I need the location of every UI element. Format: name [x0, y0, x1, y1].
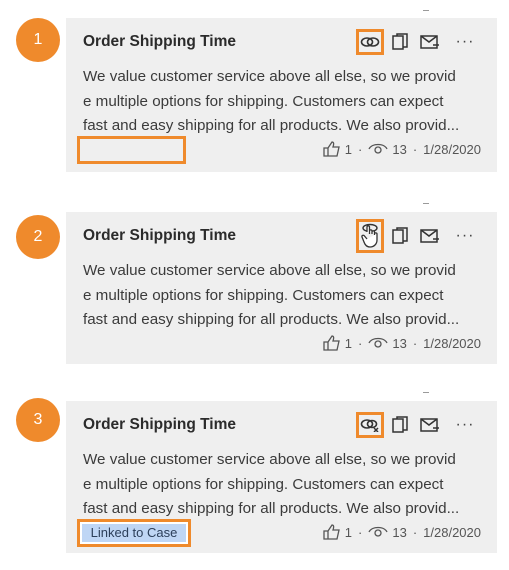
copy-button[interactable] [386, 223, 414, 249]
knowledge-article-card-2[interactable]: Order Shipping Time ··· We value custome… [66, 212, 497, 364]
separator-dot: · [412, 524, 418, 540]
thumbs-up-icon [323, 524, 340, 540]
link-status-placeholder [77, 136, 186, 164]
separator-dot: · [358, 524, 363, 540]
copy-icon [392, 33, 408, 50]
eye-icon [368, 526, 388, 537]
more-button[interactable]: ··· [450, 33, 480, 51]
more-icon: ··· [455, 416, 475, 433]
view-count: 13 [392, 141, 407, 157]
article-summary: We value customer service above all else… [83, 68, 460, 134]
link-to-case-button-hover[interactable] [356, 219, 384, 253]
article-date: 1/28/2020 [423, 335, 481, 351]
article-summary: We value customer service above all else… [83, 262, 460, 328]
more-button[interactable]: ··· [450, 416, 480, 434]
link-to-case-button[interactable] [356, 29, 384, 55]
article-title: Order Shipping Time [83, 33, 237, 50]
copy-button[interactable] [386, 412, 414, 438]
view-count: 13 [392, 524, 407, 540]
article-actions: ··· [356, 219, 480, 253]
knowledge-article-card-1[interactable]: Order Shipping Time ··· We value custome… [66, 18, 497, 172]
article-actions: ··· [356, 28, 480, 56]
email-icon [420, 418, 439, 432]
hand-cursor-icon [361, 223, 378, 248]
article-meta: 1 · 13 · 1/28/2020 [323, 141, 481, 157]
step-number-2: 2 [16, 215, 60, 259]
email-button[interactable] [416, 412, 444, 438]
step-number-1: 1 [16, 18, 60, 62]
article-meta: 1 · 13 · 1/28/2020 [323, 524, 481, 540]
more-icon: ··· [455, 33, 475, 50]
link-unlink-icon [360, 419, 379, 432]
separator-dot: · [358, 141, 363, 157]
divider-mark [423, 10, 429, 11]
view-count: 13 [392, 335, 407, 351]
copy-icon [392, 416, 408, 433]
knowledge-article-card-3[interactable]: Order Shipping Time ··· We value custome… [66, 401, 497, 553]
email-button[interactable] [416, 29, 444, 55]
linked-to-case-badge: Linked to Case [77, 519, 191, 547]
step-number-3: 3 [16, 398, 60, 442]
eye-icon [368, 337, 388, 348]
link-icon [360, 37, 380, 47]
article-summary: We value customer service above all else… [83, 451, 460, 517]
email-icon [420, 229, 439, 243]
like-count: 1 [344, 141, 352, 157]
email-icon [420, 35, 439, 49]
copy-button[interactable] [386, 29, 414, 55]
article-title: Order Shipping Time [83, 227, 237, 244]
article-meta: 1 · 13 · 1/28/2020 [323, 335, 481, 351]
article-title: Order Shipping Time [83, 416, 237, 433]
article-date: 1/28/2020 [423, 524, 481, 540]
copy-icon [392, 227, 408, 244]
divider-mark [423, 203, 429, 204]
article-actions: ··· [356, 411, 480, 439]
thumbs-up-icon [323, 335, 340, 351]
separator-dot: · [412, 141, 418, 157]
separator-dot: · [358, 335, 363, 351]
email-button[interactable] [416, 223, 444, 249]
like-count: 1 [344, 524, 352, 540]
separator-dot: · [412, 335, 418, 351]
like-count: 1 [344, 335, 352, 351]
article-date: 1/28/2020 [423, 141, 481, 157]
unlink-from-case-button[interactable] [356, 412, 384, 438]
divider-mark [423, 392, 429, 393]
more-button[interactable]: ··· [450, 227, 480, 245]
more-icon: ··· [455, 227, 475, 244]
thumbs-up-icon [323, 141, 340, 157]
eye-icon [368, 143, 388, 154]
